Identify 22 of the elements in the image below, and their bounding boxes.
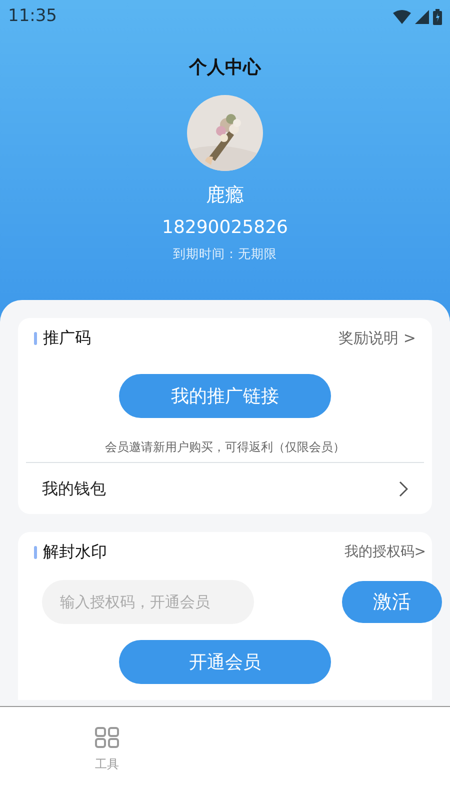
- status-time: 11:35: [8, 5, 57, 28]
- chevron-icon: [399, 480, 408, 496]
- auth-code-field[interactable]: 输入授权码，开通会员: [42, 580, 254, 624]
- promo-link-button[interactable]: 我的推广链接: [119, 374, 331, 418]
- page-title: 个人中心: [189, 56, 261, 80]
- title-accent: [34, 332, 37, 344]
- membership-button[interactable]: 开通会员: [119, 640, 331, 684]
- nav-tab[interactable]: 工具: [95, 727, 119, 773]
- card-title: 解封水印: [43, 541, 107, 563]
- card-title: 推广码: [43, 327, 91, 349]
- wallet-row[interactable]: 我的钱包: [26, 462, 424, 514]
- title-accent: [34, 546, 37, 558]
- user-name: 鹿瘾: [206, 183, 244, 208]
- activate-button[interactable]: 激活: [342, 581, 442, 623]
- signal-icon: [415, 10, 429, 24]
- auth-code-link[interactable]: 我的授权码>: [344, 542, 426, 562]
- wifi-icon: [393, 10, 411, 24]
- phone-number: 18290025826: [162, 216, 288, 240]
- battery-icon: [433, 9, 442, 25]
- reward-info-link[interactable]: 奖励说明 >: [338, 326, 416, 350]
- expiry-text: 到期时间：无期限: [173, 244, 277, 262]
- promo-note: 会员邀请新用户购买，可得返利（仅限会员）: [105, 440, 345, 454]
